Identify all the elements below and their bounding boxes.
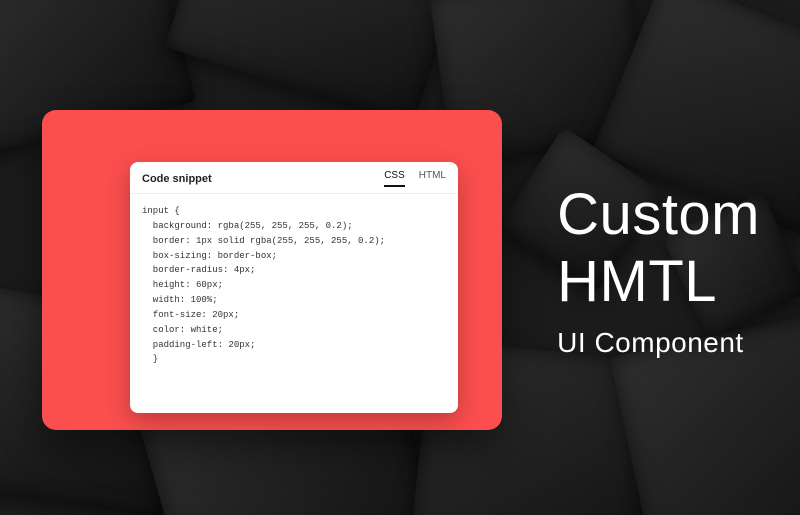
tab-css[interactable]: CSS <box>384 170 405 187</box>
title-block: Custom HMTL UI Component <box>557 185 760 359</box>
code-snippet-body: input { background: rgba(255, 255, 255, … <box>130 194 458 413</box>
code-snippet-header: Code snippet CSS HTML <box>130 162 458 194</box>
feature-card: Code snippet CSS HTML input { background… <box>42 110 502 430</box>
bg-block <box>165 0 456 127</box>
stage: Custom HMTL UI Component Code snippet CS… <box>0 0 800 515</box>
title-line-2: HMTL <box>557 252 760 313</box>
code-snippet-card: Code snippet CSS HTML input { background… <box>130 162 458 413</box>
code-snippet-title: Code snippet <box>142 173 212 185</box>
title-line-3: UI Component <box>557 327 760 359</box>
code-snippet-tabs: CSS HTML <box>384 170 446 187</box>
tab-html[interactable]: HTML <box>419 170 446 187</box>
code-content: input { background: rgba(255, 255, 255, … <box>142 206 385 364</box>
title-line-1: Custom <box>557 185 760 246</box>
copy-icon[interactable] <box>436 393 450 407</box>
